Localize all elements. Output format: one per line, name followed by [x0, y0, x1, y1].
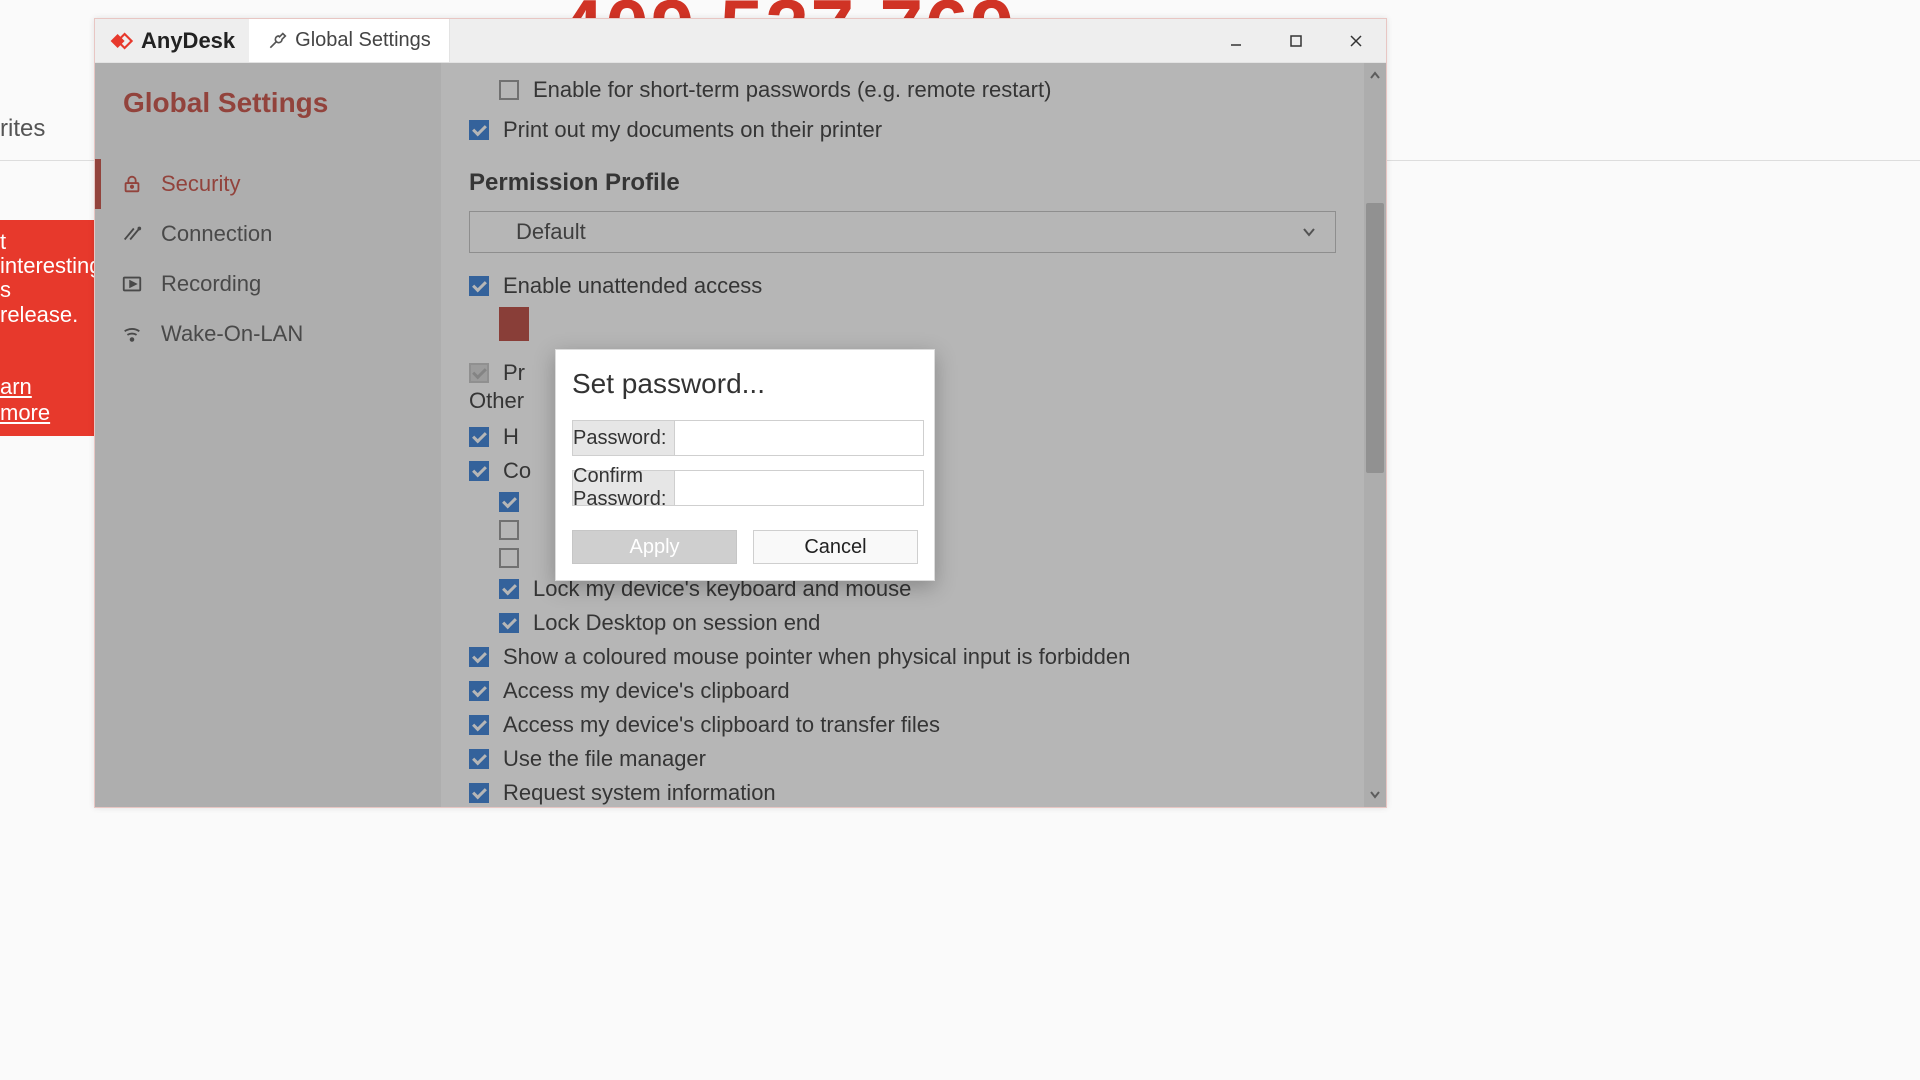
sidebar-item-label: Recording: [161, 271, 261, 297]
password-input[interactable]: [675, 420, 924, 456]
checkbox-sub3-obscured[interactable]: [499, 548, 519, 568]
scroll-up-icon[interactable]: [1368, 69, 1382, 83]
scrollbar-thumb[interactable]: [1366, 203, 1384, 473]
news-learn-more-link[interactable]: arn more: [0, 374, 86, 426]
checkbox-co-obscured[interactable]: [469, 461, 489, 481]
close-button[interactable]: [1326, 19, 1386, 62]
connection-icon: [121, 223, 143, 245]
checkbox-clipboard-files[interactable]: [469, 715, 489, 735]
apply-button[interactable]: Apply: [572, 530, 737, 564]
sidebar-item-label: Wake-On-LAN: [161, 321, 303, 347]
checkbox-lock-desktop[interactable]: [499, 613, 519, 633]
option-label-obscured: Co: [503, 458, 531, 484]
play-box-icon: [121, 273, 143, 295]
lock-icon: [121, 173, 143, 195]
background-favorites-text: rites: [0, 115, 45, 143]
sidebar-item-label: Security: [161, 171, 240, 197]
option-label: Enable for short-term passwords (e.g. re…: [533, 77, 1051, 103]
maximize-button[interactable]: [1266, 19, 1326, 62]
confirm-password-input[interactable]: [675, 470, 924, 506]
sidebar-item-security[interactable]: Security: [95, 159, 441, 209]
checkbox-unattended-access[interactable]: [469, 276, 489, 296]
sidebar-item-recording[interactable]: Recording: [95, 259, 441, 309]
window-controls: [1206, 19, 1386, 62]
news-text-line1: t interesting: [0, 230, 86, 278]
permission-profile-select[interactable]: Default: [469, 211, 1336, 253]
option-label: Enable unattended access: [503, 273, 762, 299]
wrench-icon: [267, 31, 287, 51]
set-password-dialog: Set password... Password: Confirm Passwo…: [555, 349, 935, 581]
dialog-title: Set password...: [572, 368, 918, 400]
scrollbar-track[interactable]: [1364, 63, 1386, 807]
permission-profile-heading: Permission Profile: [469, 169, 1336, 197]
minimize-button[interactable]: [1206, 19, 1266, 62]
checkbox-system-info[interactable]: [469, 783, 489, 803]
option-label-obscured: Pr: [503, 360, 525, 386]
sidebar-item-wol[interactable]: Wake-On-LAN: [95, 309, 441, 359]
scroll-down-icon[interactable]: [1368, 787, 1382, 801]
wifi-icon: [121, 323, 143, 345]
news-text-line2: s release.: [0, 278, 86, 326]
tab-global-settings[interactable]: Global Settings: [249, 19, 450, 62]
sidebar-title: Global Settings: [95, 63, 441, 159]
checkbox-file-manager[interactable]: [469, 749, 489, 769]
checkbox-h-obscured[interactable]: [469, 427, 489, 447]
set-password-button-obscured[interactable]: [499, 307, 529, 341]
checkbox-coloured-pointer[interactable]: [469, 647, 489, 667]
cancel-button[interactable]: Cancel: [753, 530, 918, 564]
checkbox-pr-obscured[interactable]: [469, 363, 489, 383]
option-label: Access my device's clipboard to transfer…: [503, 712, 940, 738]
password-label: Password:: [572, 420, 675, 456]
select-value: Default: [516, 219, 586, 245]
option-label: Lock Desktop on session end: [533, 610, 820, 636]
confirm-password-label: Confirm Password:: [572, 470, 675, 506]
checkbox-sub1-obscured[interactable]: [499, 492, 519, 512]
settings-sidebar: Global Settings Security Connection: [95, 63, 441, 807]
checkbox-print-documents[interactable]: [469, 120, 489, 140]
option-label: Print out my documents on their printer: [503, 117, 882, 143]
window-body: Global Settings Security Connection: [95, 63, 1386, 807]
anydesk-settings-window: AnyDesk Global Settings Global Settings: [94, 18, 1387, 808]
option-label: Use the file manager: [503, 746, 706, 772]
brand-area: AnyDesk: [95, 19, 249, 62]
option-label: Access my device's clipboard: [503, 678, 790, 704]
option-label-obscured: H: [503, 424, 519, 450]
checkbox-lock-keyboard-mouse[interactable]: [499, 579, 519, 599]
sidebar-item-label: Connection: [161, 221, 272, 247]
titlebar: AnyDesk Global Settings: [95, 19, 1386, 63]
anydesk-logo-icon: [105, 30, 133, 52]
sidebar-item-connection[interactable]: Connection: [95, 209, 441, 259]
checkbox-sub2-obscured[interactable]: [499, 520, 519, 540]
brand-name: AnyDesk: [141, 28, 235, 54]
checkbox-shortterm-passwords[interactable]: [499, 80, 519, 100]
tab-label: Global Settings: [295, 29, 431, 52]
background-news-panel: t interesting s release. arn more: [0, 220, 94, 436]
option-label: Show a coloured mouse pointer when physi…: [503, 644, 1130, 670]
chevron-down-icon: [1301, 224, 1317, 240]
option-label: Request system information: [503, 780, 776, 806]
checkbox-clipboard[interactable]: [469, 681, 489, 701]
